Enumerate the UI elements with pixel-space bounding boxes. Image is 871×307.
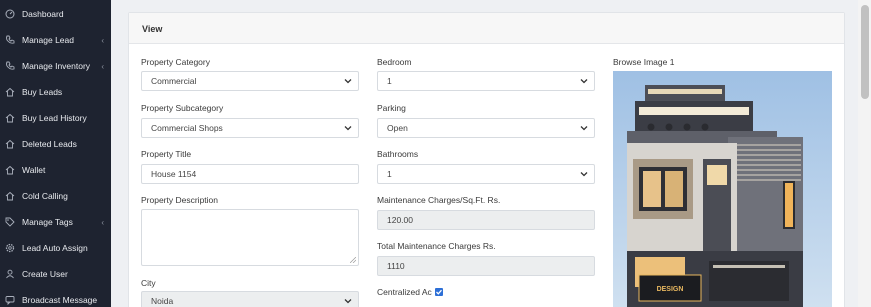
property-image[interactable]: DESIGN [613,71,832,307]
property-description-textarea[interactable] [141,209,359,266]
sidebar-item-label: Cold Calling [22,191,68,201]
user-icon [5,269,15,279]
city-label: City [141,278,156,288]
bathrooms-value: 1 [387,169,392,179]
total-maintenance-input[interactable]: 1110 [377,256,595,276]
city-select[interactable]: Noida [141,291,359,307]
property-subcategory-select[interactable]: Commercial Shops [141,118,359,138]
sidebar-item-buy-lead-history[interactable]: Buy Lead History [0,108,111,128]
property-title-value: House 1154 [151,169,197,179]
sidebar: Dashboard Manage Lead ‹ Manage Inventory… [0,0,111,307]
property-category-value: Commercial [151,76,197,86]
chevron-down-icon [580,172,588,177]
maintenance-charges-value: 120.00 [387,215,413,225]
sidebar-item-label: Create User [22,269,68,279]
home-icon [5,139,15,149]
maintenance-charges-label: Maintenance Charges/Sq.Ft. Rs. [377,195,501,205]
property-category-label: Property Category [141,57,210,67]
chevron-down-icon [344,299,352,304]
city-value: Noida [151,296,174,306]
sign-text: DESIGN [657,286,684,293]
total-maintenance-value: 1110 [387,261,405,271]
sidebar-item-lead-auto-assign[interactable]: Lead Auto Assign [0,238,111,258]
sidebar-item-label: Manage Inventory [22,61,91,71]
resize-grip-icon[interactable] [350,257,356,263]
bathrooms-label: Bathrooms [377,149,419,159]
sidebar-item-manage-tags[interactable]: Manage Tags ‹ [0,212,111,232]
house-illustration: DESIGN [613,71,832,307]
property-category-select[interactable]: Commercial [141,71,359,91]
parking-value: Open [387,123,408,133]
sidebar-item-dashboard[interactable]: Dashboard [0,4,111,24]
sidebar-item-buy-leads[interactable]: Buy Leads [0,82,111,102]
home-icon [5,191,15,201]
sidebar-item-manage-inventory[interactable]: Manage Inventory ‹ [0,56,111,76]
checkmark-icon [436,289,442,295]
scrollbar-thumb[interactable] [861,5,869,99]
chevron-left-icon: ‹ [101,61,104,71]
chevron-down-icon [344,126,352,131]
sidebar-item-label: Manage Tags [22,217,73,227]
home-icon [5,87,15,97]
sidebar-item-label: Buy Leads [22,87,63,97]
bedroom-value: 1 [387,76,392,86]
phone-icon [5,35,15,45]
card-header: View [129,13,844,44]
sidebar-item-wallet[interactable]: Wallet [0,160,111,180]
property-subcategory-value: Commercial Shops [151,123,223,133]
dashboard-icon [5,9,15,19]
bedroom-select[interactable]: 1 [377,71,595,91]
sidebar-item-create-user[interactable]: Create User [0,264,111,284]
property-subcategory-label: Property Subcategory [141,103,224,113]
parking-label: Parking [377,103,406,113]
sidebar-item-deleted-leads[interactable]: Deleted Leads [0,134,111,154]
chevron-left-icon: ‹ [101,217,104,227]
chevron-down-icon [344,79,352,84]
sidebar-item-broadcast-message[interactable]: Broadcast Message [0,290,111,307]
bathrooms-select[interactable]: 1 [377,164,595,184]
property-title-input[interactable]: House 1154 [141,164,359,184]
gear-icon [5,243,15,253]
maintenance-charges-input[interactable]: 120.00 [377,210,595,230]
sidebar-item-cold-calling[interactable]: Cold Calling [0,186,111,206]
sidebar-item-label: Deleted Leads [22,139,77,149]
sidebar-item-label: Buy Lead History [22,113,87,123]
sidebar-item-label: Manage Lead [22,35,74,45]
browse-image-label: Browse Image 1 [613,57,675,67]
property-title-label: Property Title [141,149,192,159]
centralized-ac-label: Centralized Ac [377,287,432,297]
parking-select[interactable]: Open [377,118,595,138]
sidebar-item-label: Dashboard [22,9,64,19]
message-icon [5,295,15,305]
tag-icon [5,217,15,227]
sidebar-item-label: Broadcast Message [22,295,98,305]
home-icon [5,113,15,123]
total-maintenance-label: Total Maintenance Charges Rs. [377,241,496,251]
centralized-ac-checkbox[interactable] [435,288,443,296]
sidebar-item-label: Wallet [22,165,46,175]
property-description-label: Property Description [141,195,219,205]
bedroom-label: Bedroom [377,57,412,67]
home-icon [5,165,15,175]
sidebar-item-manage-lead[interactable]: Manage Lead ‹ [0,30,111,50]
chevron-down-icon [580,126,588,131]
chevron-left-icon: ‹ [101,35,104,45]
sidebar-item-label: Lead Auto Assign [22,243,88,253]
card-title: View [142,24,163,34]
chevron-down-icon [580,79,588,84]
phone-icon [5,61,15,71]
